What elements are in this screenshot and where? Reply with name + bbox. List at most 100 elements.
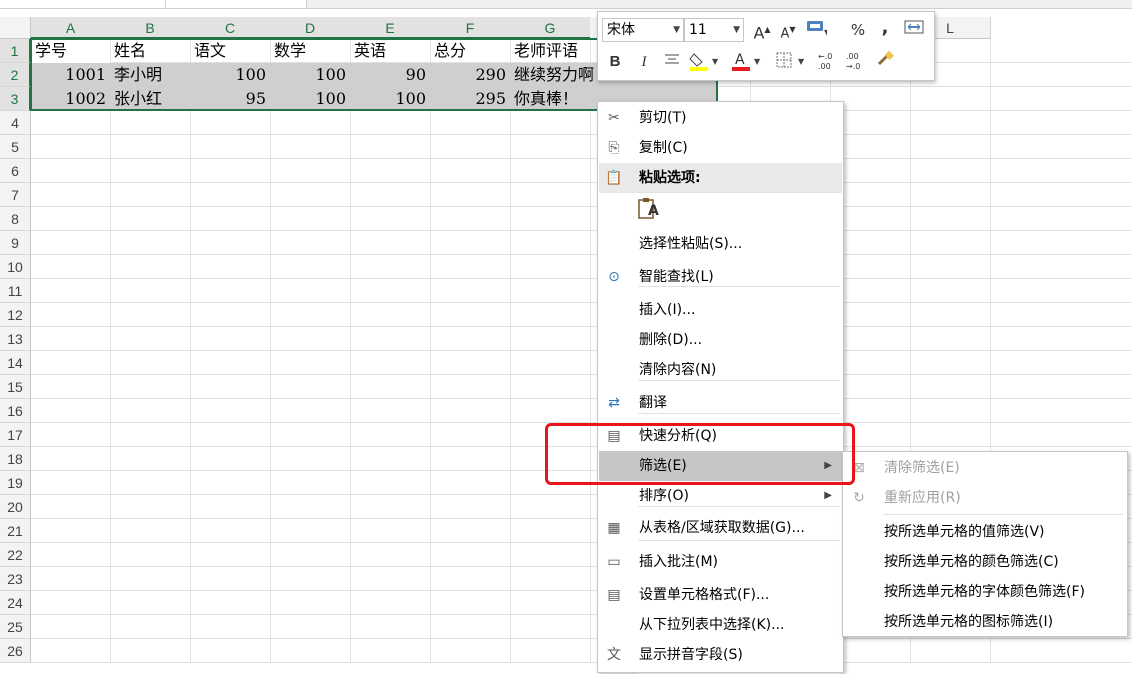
column-header-d[interactable]: D (270, 17, 351, 39)
font-name-select[interactable]: 宋体 ▼ (602, 18, 684, 42)
cell[interactable]: 继续努力啊 (510, 63, 600, 87)
cell[interactable]: 总分 (430, 39, 510, 63)
tab-2[interactable] (166, 0, 307, 8)
select-all-corner[interactable] (0, 17, 31, 39)
menu-item-quick-analysis[interactable]: ▤ 快速分析(Q) (599, 421, 842, 451)
column-header-b[interactable]: B (110, 17, 191, 39)
cell[interactable]: 90 (350, 63, 430, 87)
cell[interactable]: 李小明 (110, 63, 190, 87)
cell[interactable]: 姓名 (110, 39, 190, 63)
submenu-item-label: 重新应用(R) (884, 490, 961, 506)
cell[interactable]: 100 (190, 63, 270, 87)
column-header-c[interactable]: C (190, 17, 271, 39)
row-header-8[interactable]: 8 (0, 207, 31, 231)
row-header-14[interactable]: 14 (0, 351, 31, 375)
cell[interactable]: 295 (430, 87, 510, 111)
fill-color-button[interactable]: ▼ (688, 50, 724, 74)
menu-separator (638, 286, 840, 287)
row-header-17[interactable]: 17 (0, 423, 31, 447)
row-header-11[interactable]: 11 (0, 279, 31, 303)
cell[interactable]: 95 (190, 87, 270, 111)
decrease-decimal-button[interactable]: .00 →.0 (844, 50, 868, 74)
percent-style-button[interactable]: % (846, 18, 870, 42)
cell[interactable]: 1002 (31, 87, 110, 111)
filter-by-color-item[interactable]: 按所选单元格的颜色筛选(C) (844, 547, 1126, 577)
cell[interactable]: 290 (430, 63, 510, 87)
row-header-4[interactable]: 4 (0, 111, 31, 135)
center-align-button[interactable] (660, 50, 684, 74)
clear-filter-item[interactable]: ⊠ 清除筛选(E) (844, 453, 1126, 483)
paste-values-option[interactable]: A (636, 197, 662, 223)
row-header-18[interactable]: 18 (0, 447, 31, 471)
menu-item-label: 插入(I)... (639, 302, 696, 318)
format-painter-button[interactable] (874, 50, 898, 74)
borders-button[interactable]: ▼ (774, 50, 810, 74)
row-header-7[interactable]: 7 (0, 183, 31, 207)
cell[interactable]: 你真棒！ (510, 87, 600, 111)
row-header-20[interactable]: 20 (0, 495, 31, 519)
filter-by-icon-item[interactable]: 按所选单元格的图标筛选(I) (844, 607, 1126, 637)
filter-by-value-item[interactable]: 按所选单元格的值筛选(V) (844, 517, 1126, 547)
cell[interactable]: 语文 (190, 39, 270, 63)
cell[interactable]: 100 (270, 87, 350, 111)
row-header-19[interactable]: 19 (0, 471, 31, 495)
accounting-format-button[interactable]: ▼ (804, 18, 831, 42)
tab-1[interactable] (0, 0, 166, 8)
menu-item-cut[interactable]: ✂ 剪切(T) (599, 103, 842, 133)
menu-item-copy[interactable]: ⎘ 复制(C) (599, 133, 842, 163)
row-header-5[interactable]: 5 (0, 135, 31, 159)
row-header-23[interactable]: 23 (0, 567, 31, 591)
column-header-f[interactable]: F (430, 17, 511, 39)
column-header-g[interactable]: G (510, 17, 591, 39)
menu-item-show-phonetic[interactable]: 文 显示拼音字段(S) (599, 640, 842, 670)
menu-item-filter[interactable]: 筛选(E) ▶ (599, 451, 842, 481)
cell[interactable]: 张小红 (110, 87, 190, 111)
row-header-26[interactable]: 26 (0, 639, 31, 663)
column-header-a[interactable]: A (31, 17, 111, 39)
menu-item-pick-from-dropdown[interactable]: 从下拉列表中选择(K)... (599, 610, 842, 640)
row-header-9[interactable]: 9 (0, 231, 31, 255)
svg-text:▼: ▼ (798, 57, 805, 66)
menu-item-delete[interactable]: 删除(D)... (599, 325, 842, 355)
row-header-16[interactable]: 16 (0, 399, 31, 423)
chevron-down-icon: ▼ (733, 25, 740, 35)
cell[interactable]: 英语 (350, 39, 430, 63)
menu-item-get-data-from-table[interactable]: ▦ 从表格/区域获取数据(G)... (599, 513, 842, 543)
cell[interactable]: 学号 (31, 39, 110, 63)
menu-item-insert-comment[interactable]: ▭ 插入批注(M) (599, 547, 842, 577)
merge-center-button[interactable] (902, 18, 926, 42)
row-header-21[interactable]: 21 (0, 519, 31, 543)
menu-item-smart-lookup[interactable]: ⊙ 智能查找(L) (599, 262, 842, 292)
shrink-font-button[interactable]: A▼ (776, 18, 800, 42)
row-header-15[interactable]: 15 (0, 375, 31, 399)
font-color-button[interactable]: A ▼ (730, 50, 766, 74)
row-header-2[interactable]: 2 (0, 63, 31, 87)
cell[interactable]: 数学 (270, 39, 350, 63)
font-size-select[interactable]: 11 ▼ (684, 18, 744, 42)
column-header-e[interactable]: E (350, 17, 431, 39)
row-header-12[interactable]: 12 (0, 303, 31, 327)
italic-button[interactable]: I (632, 50, 656, 74)
bold-button[interactable]: B (603, 50, 627, 74)
reapply-item[interactable]: ↻ 重新应用(R) (844, 483, 1126, 513)
row-header-25[interactable]: 25 (0, 615, 31, 639)
row-header-3[interactable]: 3 (0, 87, 31, 111)
cell[interactable]: 1001 (31, 63, 110, 87)
increase-decimal-button[interactable]: ←.0.00 (816, 50, 840, 74)
row-header-22[interactable]: 22 (0, 543, 31, 567)
grid-line (190, 39, 191, 662)
menu-item-paste-special[interactable]: 选择性粘贴(S)... (599, 229, 842, 259)
row-header-6[interactable]: 6 (0, 159, 31, 183)
row-header-10[interactable]: 10 (0, 255, 31, 279)
comma-style-button[interactable]: , (873, 16, 897, 40)
row-header-24[interactable]: 24 (0, 591, 31, 615)
filter-by-font-color-item[interactable]: 按所选单元格的字体颜色筛选(F) (844, 577, 1126, 607)
grow-font-button[interactable]: A▲ (750, 18, 774, 42)
row-header-13[interactable]: 13 (0, 327, 31, 351)
cell[interactable]: 老师评语 (510, 39, 600, 63)
menu-item-insert[interactable]: 插入(I)... (599, 295, 842, 325)
cell[interactable]: 100 (350, 87, 430, 111)
cell[interactable]: 100 (270, 63, 350, 87)
row-header-1[interactable]: 1 (0, 39, 31, 63)
menu-item-format-cells[interactable]: ▤ 设置单元格格式(F)... (599, 580, 842, 610)
